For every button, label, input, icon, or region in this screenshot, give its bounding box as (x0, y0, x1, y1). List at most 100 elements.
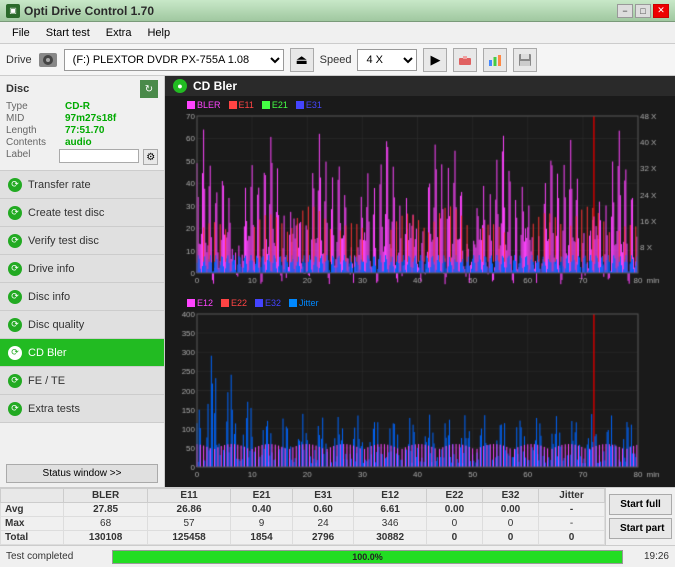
stats-cell-2-2: 125458 (147, 531, 230, 545)
sidebar-item-disc-info[interactable]: ⟳ Disc info (0, 283, 164, 311)
stats-cell-1-1: 68 (64, 517, 147, 531)
cd-bler-title-icon: ● (173, 79, 187, 93)
sidebar-label-create-test-disc: Create test disc (28, 207, 104, 219)
legend-e21: E21 (262, 100, 288, 110)
drive-label: Drive (6, 54, 32, 66)
speed-select[interactable]: 4 XMax1 X2 X8 X (357, 49, 417, 71)
col-jitter: Jitter (539, 489, 605, 503)
contents-value: audio (65, 137, 92, 148)
sidebar-label-fe-te: FE / TE (28, 375, 65, 387)
label-input[interactable] (59, 149, 139, 163)
stats-cell-0-0: Avg (1, 503, 64, 517)
menu-file[interactable]: File (4, 25, 38, 41)
status-text: Test completed (6, 551, 106, 562)
close-button[interactable]: ✕ (653, 4, 669, 18)
legend-e22: E22 (221, 298, 247, 308)
legend-e12: E12 (187, 298, 213, 308)
sidebar-item-cd-bler[interactable]: ⟳ CD Bler (0, 339, 164, 367)
disc-label-row: Label ⚙ (6, 149, 158, 165)
col-e11: E11 (147, 489, 230, 503)
drive-info-icon: ⟳ (8, 262, 22, 276)
start-full-button[interactable]: Start full (609, 494, 672, 515)
label-label: Label (6, 149, 55, 165)
status-bar: Test completed 100.0% 19:26 (0, 545, 675, 567)
sidebar-item-verify-test-disc[interactable]: ⟳ Verify test disc (0, 227, 164, 255)
chart-title-bar: ● CD Bler (165, 76, 675, 96)
sidebar-label-disc-info: Disc info (28, 291, 70, 303)
stats-cell-0-7: 0.00 (482, 503, 538, 517)
stats-cell-0-4: 0.60 (292, 503, 354, 517)
disc-info-icon: ⟳ (8, 290, 22, 304)
titlebar-left: ▣ Opti Drive Control 1.70 (6, 4, 154, 18)
toolbar: Drive (F:) PLEXTOR DVDR PX-755A 1.08 ⏏ S… (0, 44, 675, 76)
top-chart-legend: BLER E11 E21 E31 (187, 100, 322, 110)
stats-cell-1-7: 0 (482, 517, 538, 531)
stats-cell-1-8: - (539, 517, 605, 531)
menu-start-test[interactable]: Start test (38, 25, 98, 41)
sidebar: Disc ↻ Type CD-R MID 97m27s18f Length 77… (0, 76, 165, 487)
menu-extra[interactable]: Extra (98, 25, 140, 41)
col-e21: E21 (231, 489, 293, 503)
menu-help[interactable]: Help (139, 25, 178, 41)
col-e31: E31 (292, 489, 354, 503)
stats-cell-2-1: 130108 (64, 531, 147, 545)
status-window-button[interactable]: Status window >> (6, 464, 158, 483)
disc-panel: Disc ↻ Type CD-R MID 97m27s18f Length 77… (0, 76, 164, 171)
stats-cell-1-5: 346 (354, 517, 427, 531)
erase-button[interactable] (453, 48, 477, 72)
main-area: Disc ↻ Type CD-R MID 97m27s18f Length 77… (0, 76, 675, 487)
drive-select[interactable]: (F:) PLEXTOR DVDR PX-755A 1.08 (64, 49, 284, 71)
settings-button[interactable]: ⚙ (143, 149, 158, 165)
sidebar-label-verify-test-disc: Verify test disc (28, 235, 99, 247)
top-chart: BLER E11 E21 E31 (167, 98, 673, 294)
stats-cell-1-0: Max (1, 517, 64, 531)
buttons-area: Start full Start part (605, 488, 675, 545)
chart-button[interactable] (483, 48, 507, 72)
contents-label: Contents (6, 137, 61, 148)
transfer-rate-icon: ⟳ (8, 178, 22, 192)
stats-cell-2-0: Total (1, 531, 64, 545)
go-button[interactable]: ▶ (423, 48, 447, 72)
sidebar-item-extra-tests[interactable]: ⟳ Extra tests (0, 395, 164, 423)
cd-bler-icon: ⟳ (8, 346, 22, 360)
start-part-button[interactable]: Start part (609, 518, 672, 539)
disc-refresh-button[interactable]: ↻ (140, 80, 158, 98)
disc-header: Disc ↻ (6, 80, 158, 98)
sidebar-label-extra-tests: Extra tests (28, 403, 80, 415)
minimize-button[interactable]: − (617, 4, 633, 18)
disc-title: Disc (6, 83, 29, 95)
sidebar-item-disc-quality[interactable]: ⟳ Disc quality (0, 311, 164, 339)
stats-cell-0-6: 0.00 (426, 503, 482, 517)
stats-cell-2-4: 2796 (292, 531, 354, 545)
stats-tbody: Avg27.8526.860.400.606.610.000.00-Max685… (1, 503, 605, 545)
sidebar-label-transfer-rate: Transfer rate (28, 179, 91, 191)
create-test-disc-icon: ⟳ (8, 206, 22, 220)
sidebar-item-drive-info[interactable]: ⟳ Drive info (0, 255, 164, 283)
sidebar-label-cd-bler: CD Bler (28, 347, 67, 359)
col-empty (1, 489, 64, 503)
mid-label: MID (6, 113, 61, 124)
save-button[interactable] (513, 48, 537, 72)
chart-title: CD Bler (193, 79, 237, 93)
disc-contents-row: Contents audio (6, 137, 158, 148)
stats-cell-2-8: 0 (539, 531, 605, 545)
sidebar-item-fe-te[interactable]: ⟳ FE / TE (0, 367, 164, 395)
eraser-icon (457, 52, 473, 68)
stats-cell-2-7: 0 (482, 531, 538, 545)
type-value: CD-R (65, 101, 90, 112)
sidebar-item-create-test-disc[interactable]: ⟳ Create test disc (0, 199, 164, 227)
col-e22: E22 (426, 489, 482, 503)
eject-button[interactable]: ⏏ (290, 48, 314, 72)
col-e32: E32 (482, 489, 538, 503)
sidebar-item-transfer-rate[interactable]: ⟳ Transfer rate (0, 171, 164, 199)
chart-icon (487, 52, 503, 68)
legend-jitter: Jitter (289, 298, 319, 308)
save-icon (517, 52, 533, 68)
maximize-button[interactable]: □ (635, 4, 651, 18)
time-label: 19:26 (629, 551, 669, 562)
legend-e32: E32 (255, 298, 281, 308)
mid-value: 97m27s18f (65, 113, 116, 124)
charts-area: BLER E11 E21 E31 (165, 96, 675, 487)
app-icon: ▣ (6, 4, 20, 18)
stats-cell-1-2: 57 (147, 517, 230, 531)
